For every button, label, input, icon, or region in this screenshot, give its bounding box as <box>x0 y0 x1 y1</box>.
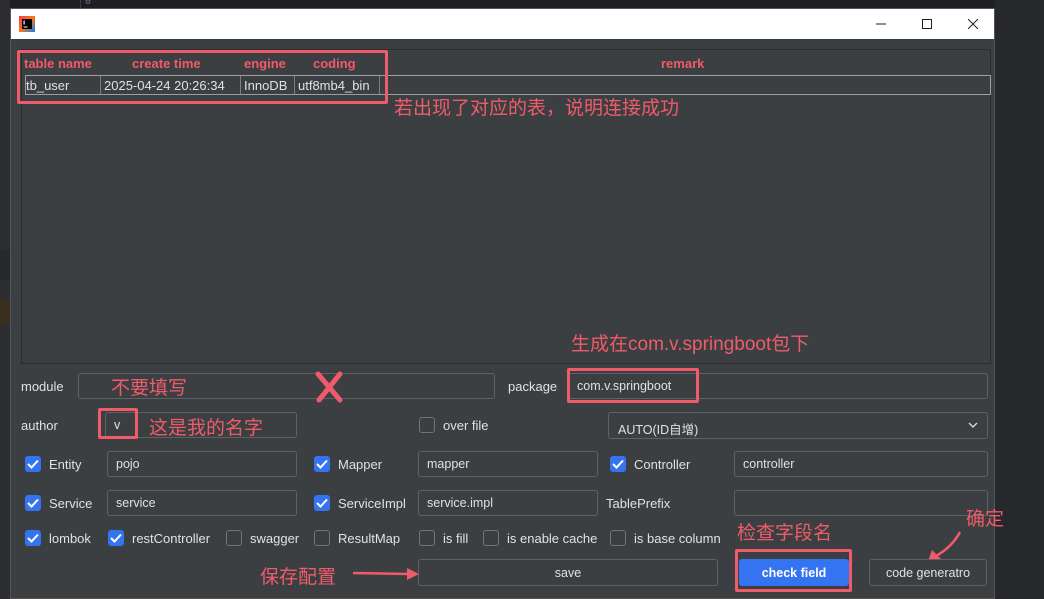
chevron-down-icon <box>968 422 978 428</box>
title-bar[interactable] <box>11 9 994 39</box>
is-base-column-checkbox[interactable] <box>610 530 626 546</box>
package-annotation: 生成在com.v.springboot包下 <box>571 334 810 355</box>
is-enable-cache-label: is enable cache <box>507 531 598 546</box>
ide-gutter <box>0 0 10 599</box>
serviceimpl-checkbox[interactable] <box>314 495 330 511</box>
is-fill-label: is fill <box>443 531 469 546</box>
ide-divider <box>80 0 81 8</box>
over-file-label: over file <box>443 418 489 433</box>
service-checkbox[interactable] <box>25 495 41 511</box>
save-button[interactable]: save <box>418 559 718 586</box>
maximize-icon <box>922 19 932 29</box>
check-icon <box>316 498 328 508</box>
lombok-checkbox[interactable] <box>25 530 41 546</box>
module-label: module <box>21 379 64 394</box>
connect-success-annotation: 若出现了对应的表，说明连接成功 <box>394 98 680 119</box>
ide-line-number: 0 <box>85 0 92 7</box>
tableprefix-input[interactable] <box>734 490 988 516</box>
check-field-highlight-box <box>735 549 852 592</box>
minimize-icon <box>876 23 886 25</box>
author-label: author <box>21 418 58 433</box>
check-field-annotation: 检查字段名 <box>737 523 833 544</box>
lombok-label: lombok <box>49 531 91 546</box>
mapper-label: Mapper <box>338 457 383 472</box>
swagger-checkbox[interactable] <box>226 530 242 546</box>
author-highlight-box <box>98 408 138 439</box>
intellij-app-icon <box>19 16 35 32</box>
tableprefix-label: TablePrefix <box>606 496 671 511</box>
gutter-highlight <box>0 250 10 280</box>
service-label: Service <box>49 496 93 511</box>
restcontroller-label: restController <box>132 531 211 546</box>
code-generate-button[interactable]: code generatro <box>869 559 987 586</box>
check-icon <box>27 533 39 543</box>
check-icon <box>612 459 624 469</box>
check-icon <box>27 498 39 508</box>
resultmap-label: ResultMap <box>338 531 401 546</box>
id-type-value: AUTO(ID自增) <box>618 423 699 437</box>
confirm-annotation: 确定 <box>966 509 1005 530</box>
check-icon <box>110 533 122 543</box>
author-annotation: 这是我的名字 <box>149 418 264 439</box>
mapper-input[interactable]: mapper <box>418 451 598 477</box>
minimize-button[interactable] <box>858 9 904 39</box>
resultmap-checkbox[interactable] <box>314 530 330 546</box>
code-generator-dialog: table name create time engine coding rem… <box>10 8 1004 599</box>
save-annotation: 保存配置 <box>260 567 337 588</box>
cross-mark-icon <box>315 371 343 403</box>
over-file-checkbox[interactable] <box>419 417 435 433</box>
column-header-remark[interactable]: remark <box>661 56 704 71</box>
id-type-select[interactable]: AUTO(ID自增) <box>608 412 988 439</box>
is-fill-checkbox[interactable] <box>419 530 435 546</box>
entity-input[interactable]: pojo <box>107 451 297 477</box>
controller-input[interactable]: controller <box>734 451 988 477</box>
entity-label: Entity <box>49 457 82 472</box>
module-annotation: 不要填写 <box>111 378 188 399</box>
is-base-column-label: is base column <box>634 531 721 546</box>
close-button[interactable] <box>950 9 996 39</box>
is-enable-cache-checkbox[interactable] <box>483 530 499 546</box>
gutter-marker <box>0 300 10 324</box>
package-label: package <box>508 379 558 394</box>
mapper-checkbox[interactable] <box>314 456 330 472</box>
arrow-right-icon <box>352 568 419 580</box>
check-icon <box>27 459 39 469</box>
check-icon <box>316 459 328 469</box>
swagger-label: swagger <box>250 531 300 546</box>
controller-checkbox[interactable] <box>610 456 626 472</box>
close-icon <box>968 19 978 29</box>
maximize-button[interactable] <box>904 9 950 39</box>
restcontroller-checkbox[interactable] <box>108 530 124 546</box>
controller-label: Controller <box>634 457 691 472</box>
serviceimpl-input[interactable]: service.impl <box>418 490 598 516</box>
table-highlight-box <box>17 50 388 104</box>
entity-checkbox[interactable] <box>25 456 41 472</box>
package-highlight-box <box>567 368 699 403</box>
serviceimpl-label: ServiceImpl <box>338 496 406 511</box>
service-input[interactable]: service <box>107 490 297 516</box>
